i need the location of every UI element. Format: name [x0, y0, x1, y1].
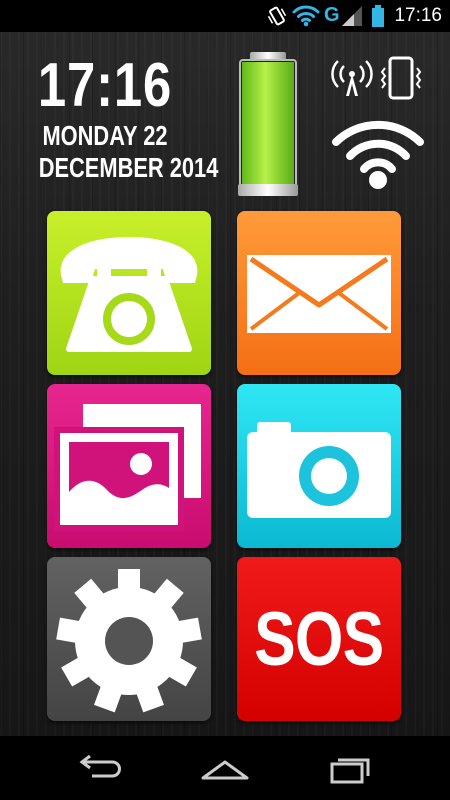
phone-icon [60, 237, 198, 352]
envelope-icon [247, 255, 391, 333]
wifi-icon [292, 5, 320, 27]
wifi-strength-icon[interactable] [330, 112, 426, 192]
home-screen: G 17:16 17:16 MONDAY 22 DECEMBER 2014 SO… [0, 0, 450, 800]
phone-vibrate-icon [380, 56, 422, 100]
navigation-bar [0, 736, 450, 800]
gallery-tile[interactable] [47, 384, 211, 548]
clock-date: DECEMBER 2014 [38, 152, 219, 183]
settings-tile[interactable] [47, 557, 211, 721]
back-icon[interactable] [70, 748, 130, 788]
phone-tile[interactable] [47, 211, 211, 375]
status-bar: G 17:16 [0, 0, 450, 32]
home-icon[interactable] [195, 748, 255, 788]
gear-icon [56, 569, 202, 713]
cell-signal-icon [342, 6, 362, 26]
antenna-icon [331, 60, 373, 96]
messages-tile[interactable] [237, 211, 401, 375]
sos-tile[interactable]: SOS [237, 557, 401, 721]
clock-widget[interactable]: 17:16 MONDAY 22 DECEMBER 2014 [20, 51, 219, 184]
camera-tile[interactable] [237, 384, 401, 548]
network-type-label: G [324, 4, 340, 26]
gallery-icon [54, 404, 201, 531]
camera-icon [247, 422, 391, 518]
battery-level-icon[interactable] [236, 50, 300, 200]
signal-widget[interactable] [330, 54, 430, 104]
battery-icon [372, 5, 384, 27]
sos-label-wrap: SOS [237, 557, 401, 721]
status-time: 17:16 [394, 5, 442, 26]
sos-label: SOS [254, 596, 384, 682]
vibrate-icon [267, 6, 287, 26]
clock-day: MONDAY 22 [42, 120, 168, 151]
battery-fill [242, 62, 294, 186]
clock-time: 17:16 [37, 51, 173, 120]
recent-apps-icon[interactable] [322, 748, 382, 788]
